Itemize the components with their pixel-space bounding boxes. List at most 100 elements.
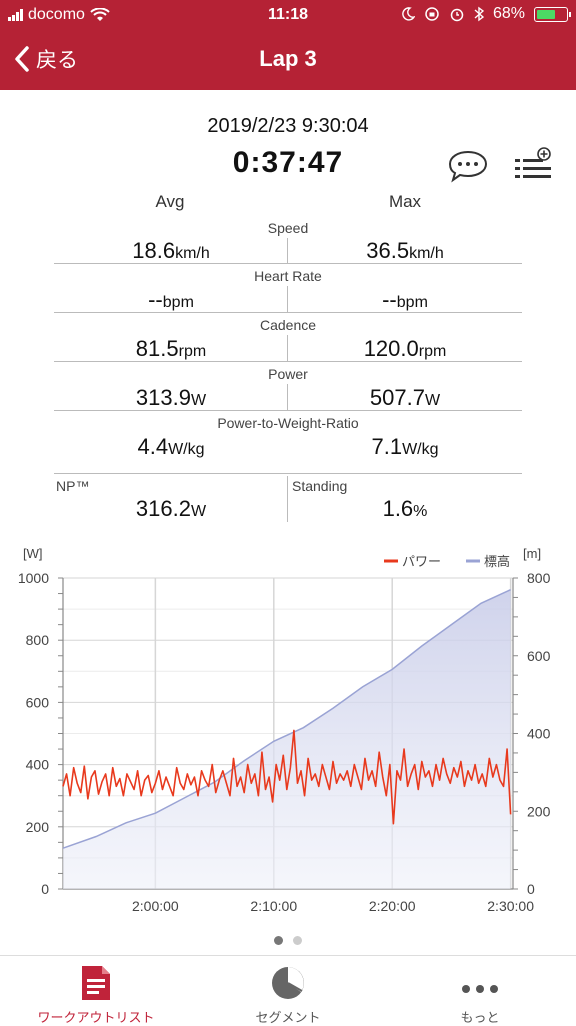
stat-label: Speed xyxy=(267,220,309,236)
stat-max-unit: W xyxy=(424,392,441,409)
stat-avg-value: 18.6 xyxy=(132,238,176,263)
page-dot[interactable] xyxy=(293,936,302,945)
stat-max-value: 120.0 xyxy=(363,336,419,361)
stat-avg: 18.6km/h xyxy=(54,238,288,264)
tab-label: セグメント xyxy=(255,1010,321,1025)
x-tick-label: 2:30:00 xyxy=(487,898,534,914)
y-right-tick-label: 200 xyxy=(527,803,551,819)
max-header: Max xyxy=(388,192,422,211)
stat-max: 120.0rpm xyxy=(288,336,522,362)
y-left-tick-label: 0 xyxy=(41,881,49,897)
column-divider xyxy=(287,476,288,522)
bluetooth-icon xyxy=(474,6,484,22)
stat-avg-value: 4.4 xyxy=(137,434,169,459)
battery-level xyxy=(537,9,556,19)
row-divider xyxy=(54,263,522,264)
y-left-tick-label: 800 xyxy=(26,632,50,648)
y-left-tick-label: 200 xyxy=(26,819,50,835)
top-bar: docomo 11:18 68% 戻る Lap 3 xyxy=(0,0,576,90)
stat-max: 36.5km/h xyxy=(288,238,522,264)
stat-avg-value: 81.5 xyxy=(135,336,179,361)
workout-list-icon xyxy=(82,966,110,1000)
standing-unit: % xyxy=(413,503,428,520)
stat-avg-unit: W/kg xyxy=(168,441,205,458)
avg-header: Avg xyxy=(155,192,185,211)
stat-max-value: 7.1 xyxy=(371,434,403,459)
np-number: 316.2 xyxy=(135,496,191,521)
legend-power-label: パワー xyxy=(402,554,441,569)
moon-icon xyxy=(402,7,415,21)
stat-max-unit: km/h xyxy=(409,245,444,262)
column-divider xyxy=(287,286,288,312)
y-right-tick-label: 800 xyxy=(527,570,551,586)
tab-label: ワークアウトリスト xyxy=(37,1010,155,1025)
y-right-tick-label: 400 xyxy=(527,726,551,742)
page-indicator xyxy=(0,936,576,945)
np-label: NP™ xyxy=(56,478,90,494)
lap-date: 2019/2/23 9:30:04 xyxy=(207,115,369,137)
tab-bar: ワークアウトリスト セグメント もっと xyxy=(0,955,576,1025)
segment-icon xyxy=(272,967,304,999)
x-tick-label: 2:00:00 xyxy=(132,898,179,914)
y-left-unit: [W] xyxy=(23,546,43,561)
stat-max-unit: bpm xyxy=(396,294,428,311)
row-divider xyxy=(54,312,522,313)
stat-max: 7.1W/kg xyxy=(288,434,522,460)
y-left-tick-label: 1000 xyxy=(18,570,49,586)
power-elevation-chart[interactable]: 0 200 400 600 800 1000 2:00:00 2:10:00 2:20:00 2:… xyxy=(0,540,576,930)
y-left-tick-label: 600 xyxy=(26,694,50,710)
stat-avg: 313.9W xyxy=(54,385,288,411)
elevation-area xyxy=(63,589,511,889)
y-right-tick-label: 0 xyxy=(527,881,535,897)
stat-avg: 4.4W/kg xyxy=(54,434,288,460)
y-right-unit: [m] xyxy=(523,546,541,561)
column-divider xyxy=(287,335,288,361)
stat-max-unit: rpm xyxy=(418,343,447,360)
stat-avg: --bpm xyxy=(54,287,288,313)
legend-elevation-label: 標高 xyxy=(484,554,510,569)
stat-avg-value: 313.9 xyxy=(135,385,191,410)
orientation-lock-icon xyxy=(425,7,439,21)
standing-value: 1.6% xyxy=(288,496,522,522)
stat-avg-unit: rpm xyxy=(178,343,207,360)
tab-workout-list[interactable]: ワークアウトリスト xyxy=(0,956,192,1025)
np-unit: W xyxy=(190,503,207,520)
stat-label: Heart Rate xyxy=(254,268,322,284)
stat-max-unit: W/kg xyxy=(402,441,439,458)
standing-number: 1.6 xyxy=(382,496,414,521)
more-icon xyxy=(462,985,498,993)
stat-label: Power xyxy=(268,366,308,382)
page-title: Lap 3 xyxy=(259,46,317,71)
stat-max-value: -- xyxy=(382,287,397,312)
y-left-tick-label: 400 xyxy=(26,757,50,773)
alarm-icon xyxy=(450,8,464,22)
row-divider xyxy=(54,473,522,474)
stat-avg-unit: bpm xyxy=(162,294,194,311)
stat-label: Power-to-Weight-Ratio xyxy=(217,415,359,431)
row-divider xyxy=(54,361,522,362)
x-tick-label: 2:10:00 xyxy=(250,898,297,914)
tab-more[interactable]: もっと xyxy=(384,956,576,1025)
tab-label: もっと xyxy=(460,1010,500,1025)
status-bar: docomo 11:18 68% xyxy=(0,0,576,32)
comment-icon[interactable] xyxy=(446,148,490,184)
column-divider xyxy=(287,238,288,264)
stat-max: --bpm xyxy=(288,287,522,313)
x-tick-label: 2:20:00 xyxy=(369,898,416,914)
status-right: 68% xyxy=(401,5,571,23)
stat-max-value: 36.5 xyxy=(366,238,410,263)
stat-label: Cadence xyxy=(259,317,317,333)
stat-avg-unit: W xyxy=(190,392,207,409)
y-right-tick-label: 600 xyxy=(527,648,551,664)
stat-avg: 81.5rpm xyxy=(54,336,288,362)
add-list-icon[interactable] xyxy=(512,146,554,186)
battery-icon xyxy=(534,6,571,22)
stat-max: 507.7W xyxy=(288,385,522,411)
stat-max-value: 507.7 xyxy=(369,385,425,410)
page-dot[interactable] xyxy=(274,936,283,945)
row-divider xyxy=(54,410,522,411)
tab-segment[interactable]: セグメント xyxy=(192,956,384,1025)
stat-avg-value: -- xyxy=(148,287,163,312)
np-value: 316.2W xyxy=(54,496,288,522)
stat-avg-unit: km/h xyxy=(175,245,210,262)
